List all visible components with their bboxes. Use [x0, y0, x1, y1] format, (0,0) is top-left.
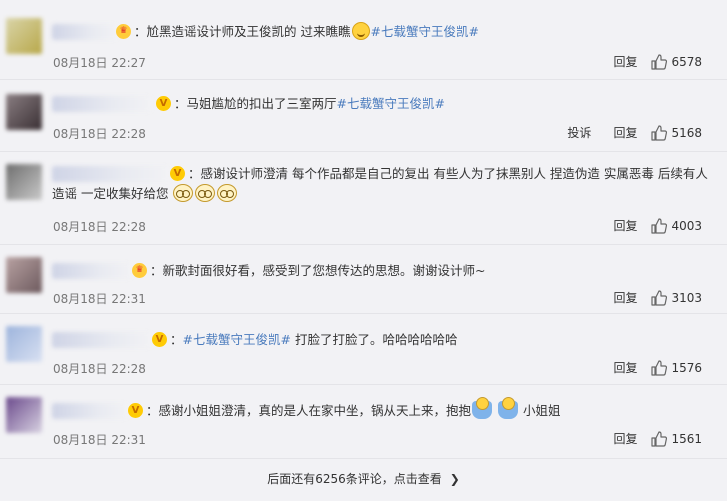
hug-emoji-icon — [498, 397, 518, 419]
comment-text-segment: ：感谢小姐姐澄清，真的是人在家中坐，锅从天上来，抱抱 — [146, 403, 472, 418]
like-count: 6578 — [671, 54, 702, 69]
wow-emoji-icon — [195, 184, 216, 202]
comment-text-segment: ：新歌封面很好看，感受到了您想传达的思想。谢谢设计师~ — [150, 263, 486, 278]
comment-actions: 回复 6578 — [591, 53, 702, 70]
reply-button[interactable]: 回复 — [613, 289, 637, 306]
comment-text: ：马姐尴尬的扣出了三室两厅#七载蟹守王俊凯# — [52, 94, 715, 114]
report-button[interactable]: 投诉 — [567, 124, 591, 141]
thumbs-up-icon — [651, 124, 668, 141]
like-count: 5168 — [671, 125, 702, 140]
comment-text-segment: ：马姐尴尬的扣出了三室两厅 — [174, 96, 337, 111]
like-count: 4003 — [671, 218, 702, 233]
wow-emoji-icon — [173, 184, 194, 202]
avatar[interactable] — [6, 257, 42, 293]
like-count: 1576 — [671, 360, 702, 375]
comment-text: ：新歌封面很好看，感受到了您想传达的思想。谢谢设计师~ — [52, 261, 715, 281]
comment-timestamp: 08月18日 22:28 — [53, 127, 146, 141]
comment-text-segment: 打脸了打脸了。哈哈哈哈哈哈 — [290, 332, 458, 347]
comment-item: V ：马姐尴尬的扣出了三室两厅#七载蟹守王俊凯# 08月18日 22:28 投诉 回复 5… — [0, 80, 727, 152]
like-button[interactable]: 3103 — [651, 289, 702, 306]
reply-button[interactable]: 回复 — [613, 359, 637, 376]
hug-emoji-icon — [472, 397, 493, 419]
comment-timestamp: 08月18日 22:31 — [53, 433, 146, 447]
comment-item: ♛ ：新歌封面很好看，感受到了您想传达的思想。谢谢设计师~ 08月18日 22:31… — [0, 245, 727, 314]
like-button[interactable]: 1561 — [651, 430, 702, 447]
comment-item: V ：感谢小姐姐澄清，真的是人在家中坐，锅从天上来，抱抱 小姐姐 08月18日 22… — [0, 385, 727, 459]
comment-text-segment: 小姐姐 — [519, 403, 561, 418]
like-button[interactable]: 1576 — [651, 359, 702, 376]
load-more-link[interactable]: 后面还有6256条评论，点击查看 ❯ — [0, 464, 727, 494]
comment-actions: 回复 1576 — [591, 359, 702, 376]
thumbs-up-icon — [651, 289, 668, 306]
like-button[interactable]: 6578 — [651, 53, 702, 70]
comment-text: ：尬黑造谣设计师及王俊凯的 过来瞧瞧 #七载蟹守王俊凯# — [52, 22, 715, 42]
avatar[interactable] — [6, 94, 42, 130]
comment-text-segment: ：感谢设计师澄清 每个作品都是自己的复出 有些人为了抹黑别人 捏造伪造 实属恶毒… — [52, 166, 708, 201]
like-count: 3103 — [671, 290, 702, 305]
comment-text-segment: 尬黑造谣设计师及王俊凯的 过来瞧瞧 — [146, 24, 351, 39]
avatar[interactable] — [6, 164, 42, 200]
chevron-right-icon: ❯ — [449, 472, 460, 486]
comment-item: V ：#七载蟹守王俊凯# 打脸了打脸了。哈哈哈哈哈哈 08月18日 22:28 回复 1… — [0, 314, 727, 385]
smile-emoji-icon — [351, 22, 370, 40]
like-button[interactable]: 5168 — [651, 124, 702, 141]
reply-button[interactable]: 回复 — [613, 53, 637, 70]
thumbs-up-icon — [651, 217, 668, 234]
comment-timestamp: 08月18日 22:31 — [53, 292, 146, 306]
topic-link[interactable]: #七载蟹守王俊凯# — [337, 96, 445, 111]
comment-text: ：#七载蟹守王俊凯# 打脸了打脸了。哈哈哈哈哈哈 — [52, 330, 715, 350]
comment-item: V ：感谢设计师澄清 每个作品都是自己的复出 有些人为了抹黑别人 捏造伪造 实属恶… — [0, 152, 727, 245]
comment-text-segment: ： — [170, 332, 183, 347]
comment-text: ：感谢设计师澄清 每个作品都是自己的复出 有些人为了抹黑别人 捏造伪造 实属恶毒… — [52, 164, 715, 204]
comment-text-segment: ： — [134, 24, 147, 39]
comment-text: ：感谢小姐姐澄清，真的是人在家中坐，锅从天上来，抱抱 小姐姐 — [52, 397, 715, 421]
comment-actions: 回复 4003 — [591, 217, 702, 234]
avatar[interactable] — [6, 326, 42, 362]
comment-actions: 回复 1561 — [591, 430, 702, 447]
like-button[interactable]: 4003 — [651, 217, 702, 234]
like-count: 1561 — [671, 431, 702, 446]
comment-timestamp: 08月18日 22:28 — [53, 362, 146, 376]
comment-timestamp: 08月18日 22:27 — [53, 56, 146, 70]
avatar[interactable] — [6, 397, 42, 433]
comment-timestamp: 08月18日 22:28 — [53, 220, 146, 234]
thumbs-up-icon — [651, 430, 668, 447]
reply-button[interactable]: 回复 — [613, 124, 637, 141]
topic-link[interactable]: #七载蟹守王俊凯# — [183, 332, 291, 347]
comment-actions: 回复 3103 — [591, 289, 702, 306]
thumbs-up-icon — [651, 53, 668, 70]
load-more-label: 后面还有6256条评论，点击查看 — [267, 472, 442, 486]
comment-item: ♛ ：尬黑造谣设计师及王俊凯的 过来瞧瞧 #七载蟹守王俊凯# 08月18日 22:27… — [0, 0, 727, 80]
topic-link[interactable]: #七载蟹守王俊凯# — [371, 24, 479, 39]
avatar[interactable] — [6, 18, 42, 54]
wow-emoji-icon — [217, 184, 238, 202]
reply-button[interactable]: 回复 — [613, 217, 637, 234]
reply-button[interactable]: 回复 — [613, 430, 637, 447]
comment-text-segment — [493, 403, 497, 418]
thumbs-up-icon — [651, 359, 668, 376]
comment-actions: 投诉 回复 5168 — [545, 124, 702, 141]
